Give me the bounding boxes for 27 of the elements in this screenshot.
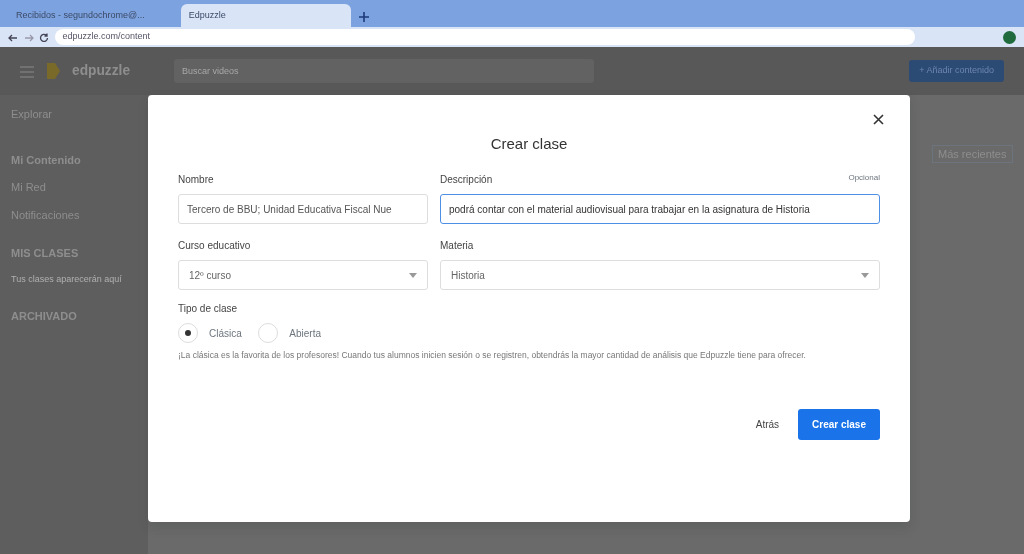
dropdown-field[interactable]: Historia xyxy=(440,260,880,290)
help-text: ¡La clásica es la favorita de los profesores! Cuando tus alumnos inicien sesión o se registren, obtendrás la mayor cantidad de análisis que Edpuzzle tiene para ofrecer. xyxy=(178,348,807,362)
create-button[interactable]: Crear clase xyxy=(798,409,880,441)
logo-icon xyxy=(45,61,61,81)
dropdown-value: 12º curso xyxy=(189,268,231,283)
radio-label: Clásica xyxy=(209,326,242,341)
field-label: Materia xyxy=(440,239,474,253)
dropdown-field[interactable]: 12º curso xyxy=(178,260,428,290)
search-field[interactable]: Buscar videos xyxy=(174,59,595,83)
back-button[interactable]: Atrás xyxy=(747,409,788,441)
dropdown-value: Historia xyxy=(451,268,485,283)
browser-tab[interactable]: Recibidos - segundochrome@... xyxy=(8,4,178,27)
dialog-title: Crear clase xyxy=(489,134,569,154)
profile-avatar[interactable] xyxy=(1003,28,1016,46)
browser-tab[interactable]: Edpuzzle xyxy=(180,4,351,27)
field-label: Descripción xyxy=(440,173,493,187)
field-label: Curso educativo xyxy=(178,239,251,253)
text-field[interactable]: podrá contar con el material audiovisual para trabajar en la asignatura de Historia xyxy=(440,194,880,224)
field-label: Nombre xyxy=(178,173,214,187)
field-label: Tipo de clase xyxy=(178,302,239,316)
empty-note: Tus clases aparecerán aquí xyxy=(11,272,123,286)
address-bar[interactable]: edpuzzle.com/content xyxy=(54,29,915,45)
add-content-button[interactable]: + Añadir contenido xyxy=(909,60,1004,82)
close-icon xyxy=(873,114,884,126)
text-field[interactable]: Tercero de BBU; Unidad Educativa Fiscal Nue xyxy=(178,194,428,224)
optional-label: Opcional xyxy=(848,172,880,184)
radio-label: Abierta xyxy=(289,326,321,341)
